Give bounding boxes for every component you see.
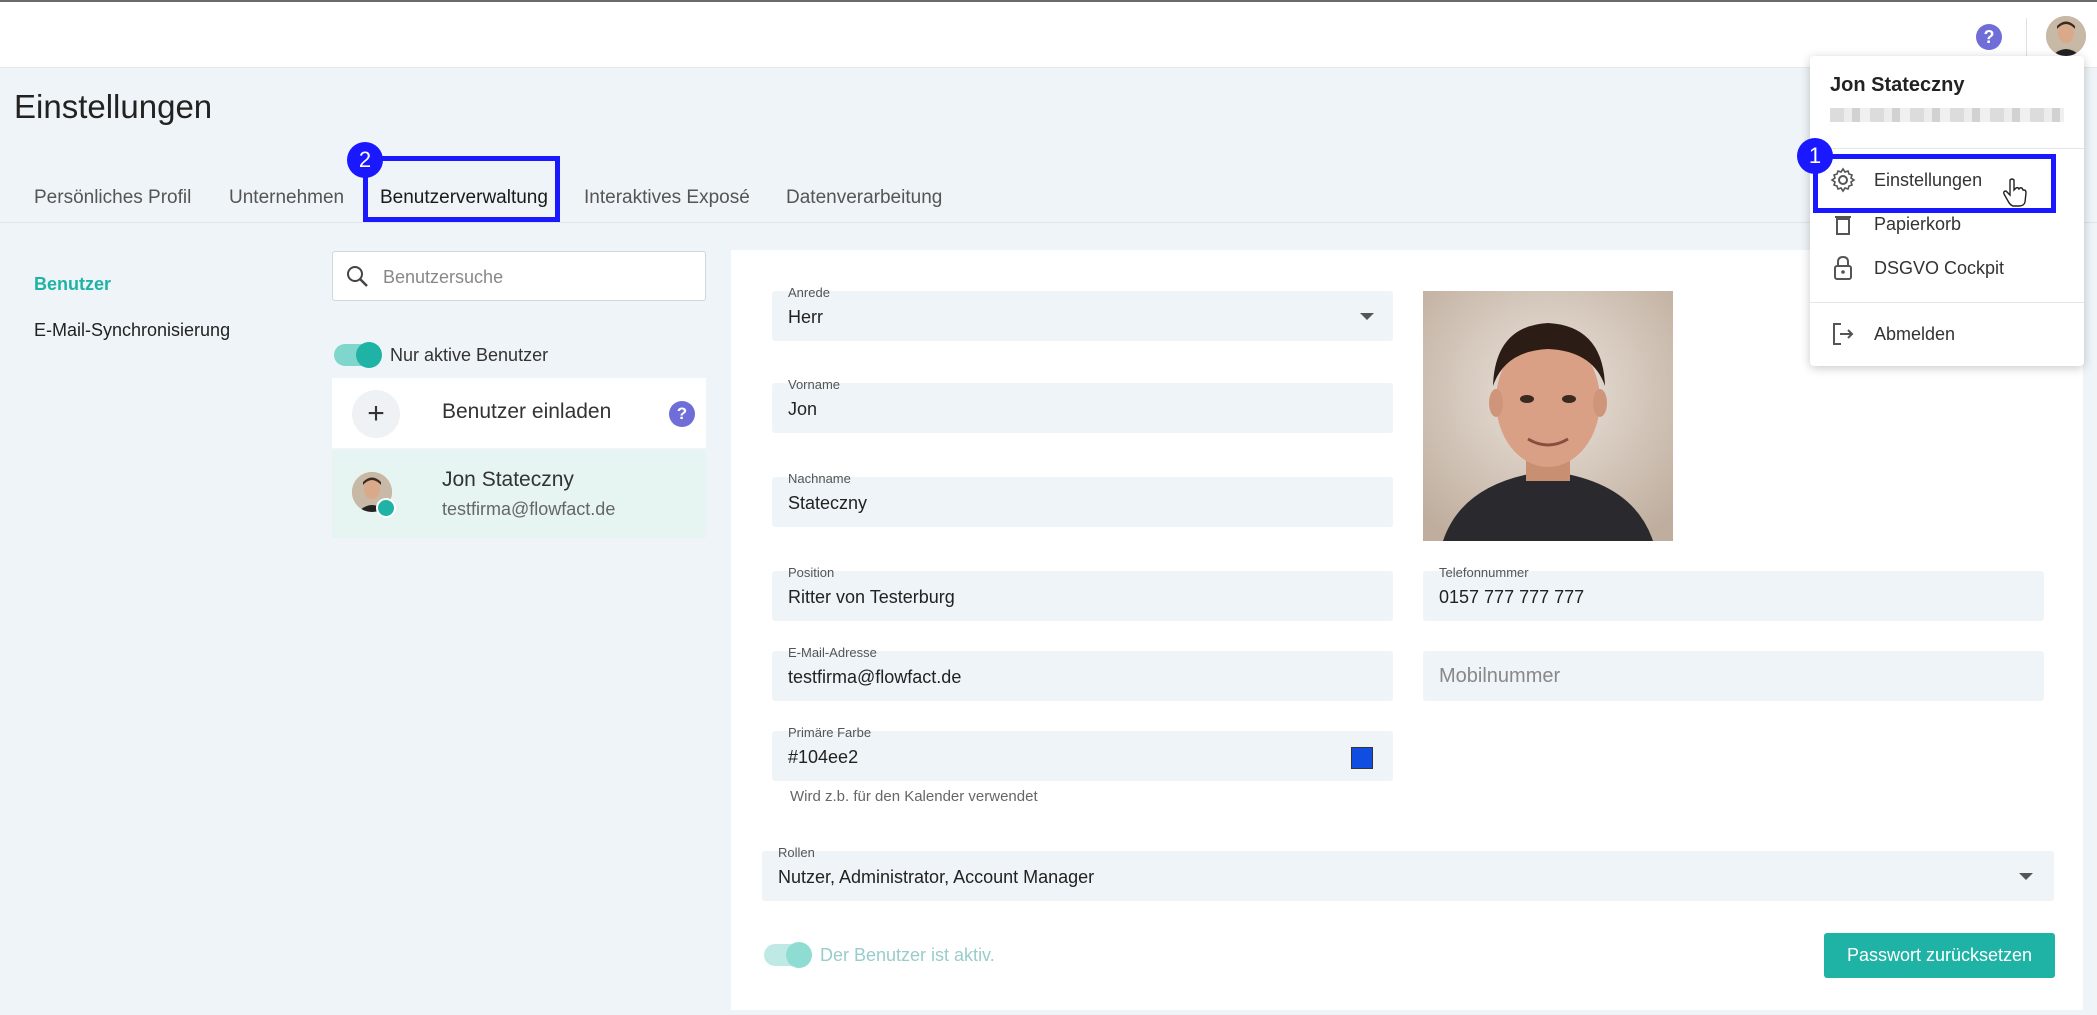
color-swatch[interactable] bbox=[1351, 747, 1373, 769]
divider bbox=[1810, 148, 2084, 149]
page-title: Einstellungen bbox=[14, 88, 213, 125]
toggle-knob bbox=[356, 342, 382, 368]
vorname-field[interactable]: Vorname Jon bbox=[772, 377, 1393, 433]
help-icon[interactable]: ? bbox=[1976, 24, 2002, 50]
divider bbox=[1810, 302, 2084, 303]
help-icon[interactable]: ? bbox=[669, 401, 695, 427]
tab-unternehmen[interactable]: Unternehmen bbox=[229, 178, 344, 218]
menu-user-name: Jon Stateczny bbox=[1830, 74, 1965, 96]
trash-icon bbox=[1835, 216, 1851, 235]
menu-item-label: Abmelden bbox=[1874, 324, 1956, 344]
telefon-value: 0157 777 777 777 bbox=[1439, 587, 1585, 607]
telefon-field[interactable]: Telefonnummer 0157 777 777 777 bbox=[1423, 565, 2044, 621]
rollen-label: Rollen bbox=[778, 845, 815, 860]
profile-photo-image bbox=[1423, 291, 1673, 541]
email-value: testfirma@flowfact.de bbox=[788, 667, 962, 687]
plus-icon[interactable]: + bbox=[352, 390, 400, 438]
annotation-highlight-menu bbox=[1813, 154, 2056, 213]
tab-persoenliches-profil[interactable]: Persönliches Profil bbox=[34, 178, 191, 218]
menu-item-label: DSGVO Cockpit bbox=[1874, 258, 2005, 278]
list-item[interactable]: Jon Stateczny testfirma@flowfact.de bbox=[332, 450, 706, 538]
mobil-placeholder: Mobilnummer bbox=[1439, 665, 1561, 687]
email-field[interactable]: E-Mail-Adresse testfirma@flowfact.de bbox=[772, 645, 1393, 701]
position-field[interactable]: Position Ritter von Testerburg bbox=[772, 565, 1393, 621]
active-only-toggle[interactable] bbox=[334, 342, 382, 368]
search-box bbox=[332, 251, 706, 301]
tab-bar: Persönliches Profil Unternehmen Benutzer… bbox=[0, 170, 2097, 223]
top-bar: ? bbox=[0, 0, 2097, 68]
search-icon bbox=[347, 266, 368, 287]
annotation-badge-1: 1 bbox=[1797, 138, 1833, 174]
divider bbox=[2026, 18, 2027, 56]
position-value: Ritter von Testerburg bbox=[788, 587, 955, 607]
nachname-label: Nachname bbox=[788, 471, 851, 486]
active-only-label: Nur aktive Benutzer bbox=[390, 345, 549, 365]
anrede-label: Anrede bbox=[788, 285, 830, 300]
blurred-email bbox=[1830, 108, 2064, 122]
sidenav-item-benutzer[interactable]: Benutzer bbox=[34, 274, 111, 295]
avatar[interactable] bbox=[2046, 16, 2086, 56]
tab-interaktives-expose[interactable]: Interaktives Exposé bbox=[584, 178, 750, 218]
mobil-field[interactable]: Mobilnummer bbox=[1423, 651, 2044, 701]
user-active-toggle[interactable] bbox=[764, 942, 812, 968]
nachname-value: Stateczny bbox=[788, 493, 868, 513]
user-email: testfirma@flowfact.de bbox=[442, 499, 616, 519]
anrede-select[interactable]: Anrede Herr bbox=[772, 285, 1393, 341]
farbe-hint: Wird z.b. für den Kalender verwendet bbox=[790, 788, 1038, 805]
vorname-label: Vorname bbox=[788, 377, 841, 392]
menu-item-abmelden[interactable]: Abmelden bbox=[1810, 312, 2084, 356]
tab-benutzerverwaltung[interactable]: Benutzerverwaltung bbox=[380, 178, 548, 218]
lock-icon bbox=[1834, 255, 1852, 280]
toggle-knob bbox=[786, 942, 812, 968]
search-input[interactable] bbox=[381, 262, 695, 292]
status-badge bbox=[376, 498, 396, 518]
tab-datenverarbeitung[interactable]: Datenverarbeitung bbox=[786, 178, 942, 218]
avatar-photo bbox=[2046, 16, 2086, 56]
position-label: Position bbox=[788, 565, 835, 580]
menu-item-dsgvo-cockpit[interactable]: DSGVO Cockpit bbox=[1810, 246, 2084, 290]
anrede-value: Herr bbox=[788, 307, 823, 327]
invite-user-row[interactable]: + Benutzer einladen ? bbox=[332, 378, 706, 448]
farbe-label: Primäre Farbe bbox=[788, 725, 872, 740]
user-active-label: Der Benutzer ist aktiv. bbox=[820, 945, 995, 965]
rollen-value: Nutzer, Administrator, Account Manager bbox=[778, 867, 1095, 887]
profile-photo[interactable] bbox=[1423, 291, 1673, 541]
chevron-down-icon bbox=[2019, 873, 2033, 880]
farbe-value: #104ee2 bbox=[788, 747, 859, 767]
nachname-field[interactable]: Nachname Stateczny bbox=[772, 471, 1393, 527]
chevron-down-icon bbox=[1360, 313, 1374, 320]
invite-label: Benutzer einladen bbox=[442, 400, 612, 423]
annotation-badge-2: 2 bbox=[347, 142, 383, 178]
menu-item-label: Papierkorb bbox=[1874, 214, 1962, 234]
farbe-field[interactable]: Primäre Farbe #104ee2 bbox=[772, 725, 1393, 781]
sidenav-item-email-sync[interactable]: E-Mail-Synchronisierung bbox=[34, 320, 230, 341]
reset-password-button[interactable]: Passwort zurücksetzen bbox=[1824, 933, 2055, 978]
telefon-label: Telefonnummer bbox=[1439, 565, 1529, 580]
rollen-select[interactable]: Rollen Nutzer, Administrator, Account Ma… bbox=[762, 845, 2054, 901]
user-name: Jon Stateczny bbox=[442, 468, 574, 491]
email-label: E-Mail-Adresse bbox=[788, 645, 877, 660]
logout-icon bbox=[1833, 323, 1854, 345]
vorname-value: Jon bbox=[788, 399, 818, 419]
